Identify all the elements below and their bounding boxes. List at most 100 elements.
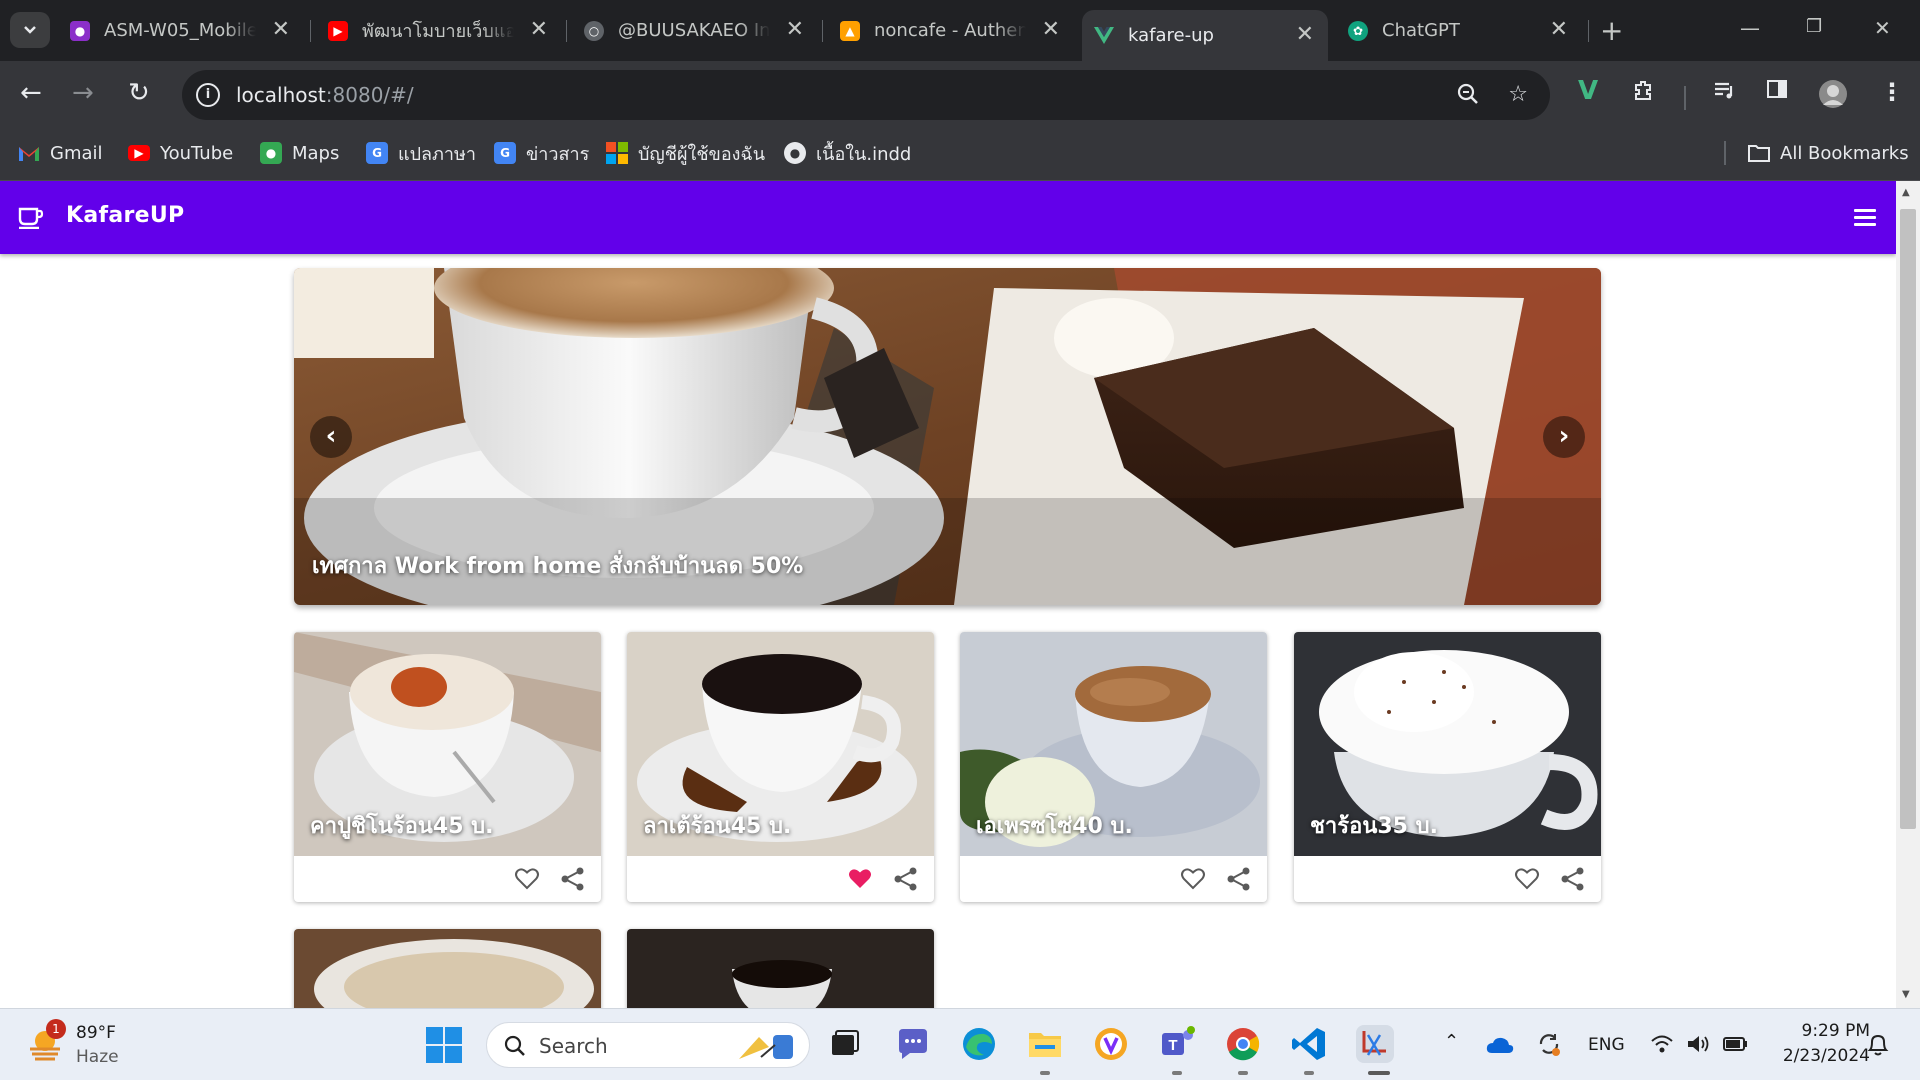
carousel-prev-button[interactable]: ‹ <box>310 416 352 458</box>
url-text[interactable]: localhost:8080/#/ <box>236 83 414 107</box>
tab-chatgpt[interactable]: ✿ ChatGPT ✕ <box>1336 10 1582 51</box>
zoom-icon[interactable] <box>1456 82 1480 112</box>
page-scrollbar[interactable]: ▲ ▼ <box>1896 181 1920 1008</box>
profile-avatar[interactable] <box>1818 79 1848 115</box>
tab-youtube[interactable]: ▶ พัฒนาโมบายเว็บแอปพ ✕ <box>316 10 562 51</box>
vue-icon <box>1094 26 1114 46</box>
bookmark-indd[interactable]: ● เนื้อใน.indd <box>784 139 911 167</box>
site-info-icon[interactable]: i <box>196 83 220 107</box>
bookmark-label: แปลภาษา <box>398 143 477 165</box>
page-viewport: KafareUP ‹ › เทศกาล Work from home สั่งก… <box>0 181 1920 1008</box>
menu-card-hot-tea[interactable]: ชาร้อน35 บ. <box>1294 632 1601 902</box>
onedrive-icon[interactable] <box>1486 1035 1514 1055</box>
browser-menu-icon[interactable]: ⋮ <box>1880 78 1904 106</box>
scroll-up-icon[interactable]: ▲ <box>1902 187 1910 198</box>
chat-icon[interactable] <box>894 1025 932 1063</box>
vscode-icon[interactable] <box>1290 1025 1328 1063</box>
bookmark-label: YouTube <box>160 142 234 164</box>
close-icon[interactable]: ✕ <box>786 19 804 41</box>
close-window-button[interactable]: ✕ <box>1874 16 1891 40</box>
notification-bell-icon[interactable] <box>1866 1032 1890 1058</box>
side-panel-icon[interactable] <box>1766 78 1788 106</box>
hamburger-menu-icon[interactable] <box>1854 209 1876 227</box>
tab-asm[interactable]: ● ASM-W05_Mobile/ ✕ <box>58 10 304 51</box>
favorite-filled-icon[interactable] <box>847 866 873 892</box>
all-bookmarks-button[interactable]: All Bookmarks <box>1748 139 1909 167</box>
back-button[interactable]: ← <box>20 79 42 107</box>
vue-devtools-icon[interactable]: V <box>1578 76 1598 106</box>
bookmarks-bar: Gmail ▶ YouTube ● Maps G แปลภาษา G ข่าวส… <box>0 127 1920 181</box>
scroll-thumb[interactable] <box>1900 209 1916 829</box>
tab-noncafe[interactable]: ▲ noncafe - Authent ✕ <box>828 10 1074 51</box>
wifi-icon[interactable] <box>1650 1033 1674 1055</box>
clock-date[interactable]: 2/23/2024 <box>1770 1046 1870 1066</box>
file-explorer-icon[interactable] <box>1026 1025 1064 1063</box>
bookmark-gmail[interactable]: Gmail <box>18 139 103 167</box>
tab-buusakaeo[interactable]: ○ @BUUSAKAEO Inte ✕ <box>572 10 818 51</box>
carousel-next-button[interactable]: › <box>1543 416 1585 458</box>
coffee-cup-icon <box>18 207 44 229</box>
promo-carousel[interactable]: ‹ › เทศกาล Work from home สั่งกลับบ้านลด… <box>294 268 1601 605</box>
share-icon[interactable] <box>893 866 919 892</box>
show-hidden-icons[interactable]: ⌃ <box>1444 1031 1459 1052</box>
chevron-down-icon <box>24 26 36 34</box>
reading-list-icon[interactable] <box>1712 78 1736 108</box>
menu-card-latte[interactable]: ลาเต้ร้อน45 บ. <box>627 632 934 902</box>
edge-icon[interactable] <box>960 1025 998 1063</box>
tab-kafare-up[interactable]: kafare-up ✕ <box>1082 10 1328 61</box>
scroll-down-icon[interactable]: ▼ <box>1902 989 1910 1000</box>
bookmark-translate[interactable]: G แปลภาษา <box>366 139 476 167</box>
firebase-icon: ▲ <box>840 20 860 41</box>
bookmark-news[interactable]: G ข่าวสาร <box>494 139 589 167</box>
close-icon[interactable]: ✕ <box>530 19 548 41</box>
close-icon[interactable]: ✕ <box>1550 19 1568 41</box>
battery-icon[interactable] <box>1722 1033 1750 1055</box>
classroom-icon: ● <box>70 20 90 41</box>
share-icon[interactable] <box>1560 866 1586 892</box>
close-icon[interactable]: ✕ <box>1042 19 1060 41</box>
menu-card-partial-2[interactable] <box>627 929 934 1008</box>
globe-icon: ● <box>784 142 806 164</box>
favorite-outline-icon[interactable] <box>514 866 540 892</box>
restore-button[interactable]: ❐ <box>1806 16 1822 37</box>
reload-button[interactable]: ↻ <box>128 79 150 107</box>
youtube-icon: ▶ <box>128 145 150 161</box>
bookmark-star-icon[interactable]: ☆ <box>1508 82 1528 107</box>
share-icon[interactable] <box>1226 866 1252 892</box>
vpn-icon[interactable] <box>1092 1025 1130 1063</box>
clock-time[interactable]: 9:29 PM <box>1790 1021 1871 1041</box>
forward-button[interactable]: → <box>72 79 94 107</box>
favorite-outline-icon[interactable] <box>1514 866 1540 892</box>
windows-start-icon[interactable] <box>426 1027 462 1063</box>
extensions-icon[interactable] <box>1632 78 1656 108</box>
new-tab-button[interactable]: + <box>1600 14 1623 47</box>
bookmark-maps[interactable]: ● Maps <box>260 139 339 167</box>
tab-title: noncafe - Authent <box>874 20 1026 41</box>
bookmark-youtube[interactable]: ▶ YouTube <box>128 139 233 167</box>
taskbar-search[interactable]: Search <box>486 1022 810 1068</box>
bookmark-microsoft-account[interactable]: บัญชีผู้ใช้ของฉัน <box>606 139 765 167</box>
snipping-tool-icon[interactable] <box>1356 1025 1394 1063</box>
minimize-button[interactable]: — <box>1740 16 1760 40</box>
address-bar[interactable]: i localhost:8080/#/ ☆ <box>182 70 1550 120</box>
chatgpt-icon: ✿ <box>1348 20 1368 41</box>
microsoft-icon <box>606 142 628 164</box>
volume-icon[interactable] <box>1686 1033 1712 1055</box>
task-view-icon[interactable] <box>826 1025 864 1063</box>
close-icon[interactable]: ✕ <box>272 19 290 41</box>
close-icon[interactable]: ✕ <box>1296 24 1314 46</box>
sync-icon[interactable] <box>1536 1031 1562 1057</box>
tab-search-button[interactable] <box>10 12 50 48</box>
menu-card-espresso[interactable]: เอเพรซโซ่40 บ. <box>960 632 1267 902</box>
share-icon[interactable] <box>560 866 586 892</box>
menu-card-cappuccino[interactable]: คาปูชิโนร้อน45 บ. <box>294 632 601 902</box>
coffee-image <box>627 929 934 1008</box>
search-icon <box>504 1035 525 1056</box>
weather-widget[interactable]: 1 <box>26 1019 66 1067</box>
chrome-icon[interactable] <box>1224 1025 1262 1063</box>
teams-icon[interactable]: T <box>1158 1025 1196 1063</box>
favorite-outline-icon[interactable] <box>1180 866 1206 892</box>
tab-title: @BUUSAKAEO Inte <box>618 20 770 41</box>
menu-card-partial-1[interactable] <box>294 929 601 1008</box>
language-indicator[interactable]: ENG <box>1588 1035 1625 1055</box>
